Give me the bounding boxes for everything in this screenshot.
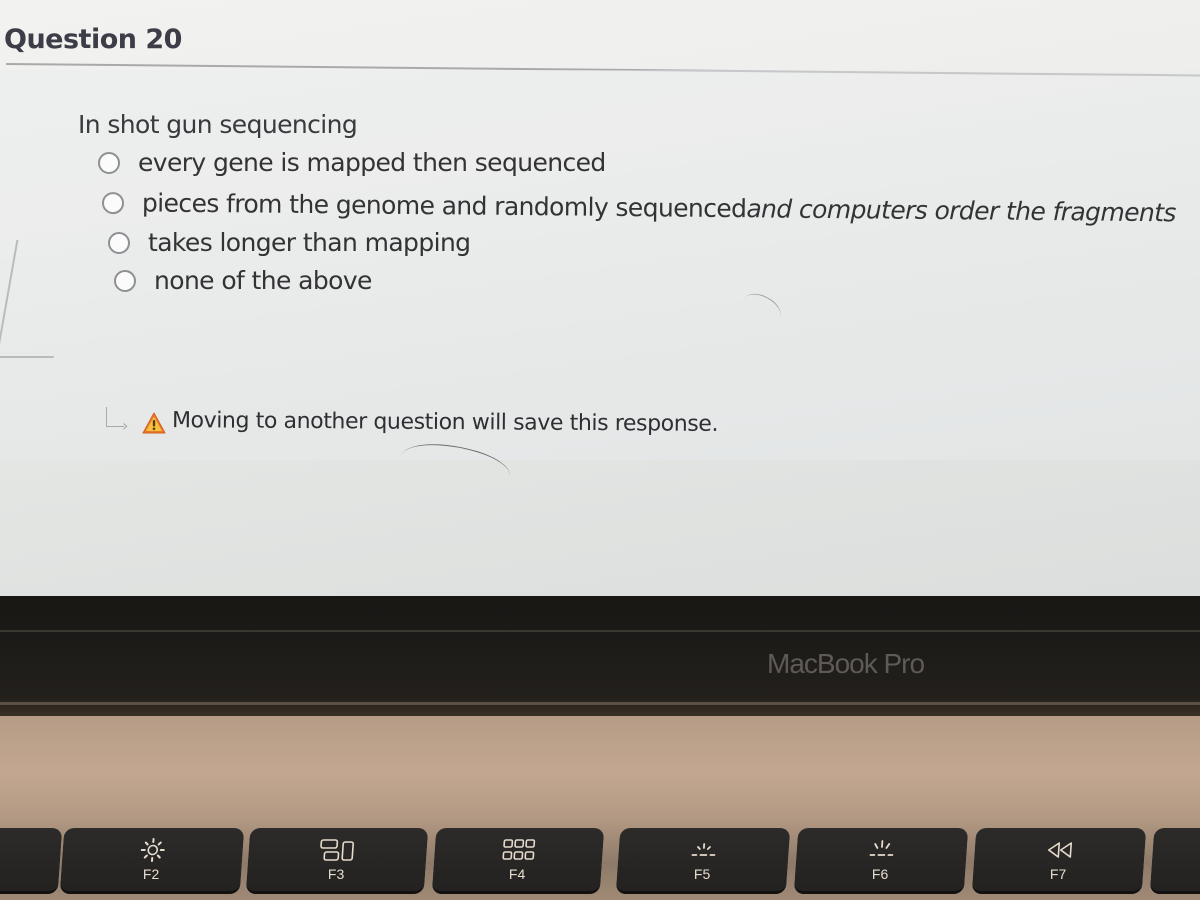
key-f2[interactable]: F2 [59,828,245,894]
rewind-icon [1047,842,1073,858]
radio-button[interactable] [101,191,125,214]
key-label: F3 [327,866,345,882]
brand-label: MacBook Pro [767,648,925,679]
question-header: Question 20 [0,0,1200,77]
radio-button[interactable] [98,151,120,174]
mission-control-icon [320,839,354,861]
keyboard-backlight-up-icon [869,840,894,856]
keyboard-backlight-down-icon [691,843,716,856]
bezel-hinge [0,702,1200,705]
answer-option-label: takes longer than mapping [148,228,471,257]
answer-option-label: every gene is mapped then sequenced [138,148,606,177]
key-f6[interactable]: F6 [793,828,969,894]
question-prompt: In shot gun sequencing [78,110,358,139]
key-f7[interactable]: F7 [971,828,1147,894]
key-f4[interactable]: F4 [431,828,605,894]
return-arrow-icon [106,406,124,427]
laptop-bezel: MacBook Pro [0,596,1200,716]
key-label: F4 [508,866,526,882]
warning-icon [142,412,166,433]
key-label: F2 [142,866,160,882]
key-label: F5 [693,866,711,882]
answer-option-1[interactable]: every gene is mapped then sequenced [98,148,606,177]
key-label: F6 [871,866,889,882]
save-notice: › Moving to another question will save t… [106,406,719,437]
key-esc[interactable] [0,828,63,894]
radio-button[interactable] [108,231,130,254]
answer-option-label-continued: and computers order the fragments [746,194,1176,228]
answer-option-label: none of the above [154,266,372,295]
screen: Question 20 In shot gun sequencing every… [0,0,1200,596]
key-f8[interactable] [1149,828,1200,894]
key-f5[interactable]: F5 [615,828,791,894]
key-label: F7 [1049,866,1067,882]
brightness-up-icon [140,838,165,862]
question-title: Question 20 [4,24,182,55]
answer-option-4[interactable]: none of the above [114,266,372,295]
answer-option-3[interactable]: takes longer than mapping [108,228,471,257]
radio-button[interactable] [114,269,136,292]
key-f3[interactable]: F3 [245,828,429,894]
launchpad-icon [502,839,536,860]
save-notice-text: Moving to another question will save thi… [172,408,719,437]
bezel-edge [0,630,1200,632]
answer-option-label: pieces from the genome and randomly sequ… [141,188,747,224]
